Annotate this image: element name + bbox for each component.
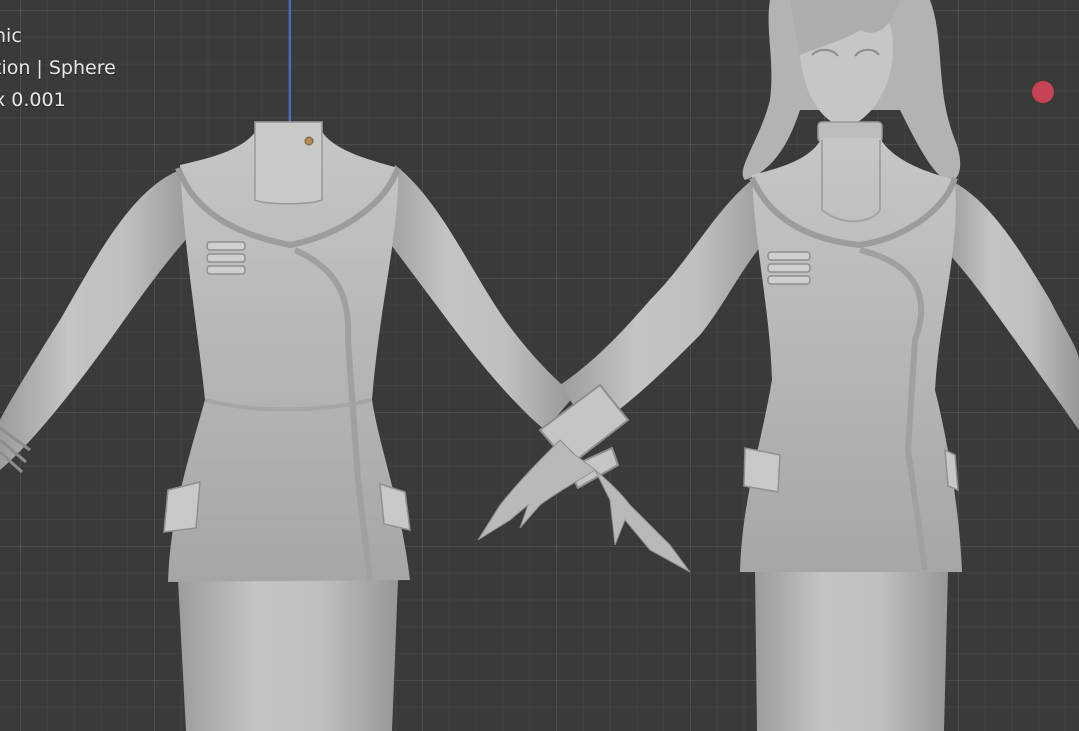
overlay-line-mode: hic [0,25,22,47]
left-model-button [304,136,314,146]
character-arm-right [945,180,1079,430]
overlay-line-detail: x 0.001 [0,89,66,111]
left-model-pocket-stripes [206,241,246,275]
character-pocket-stripes [767,251,811,285]
character-torso [740,138,962,572]
left-model-arm-left [0,170,195,470]
character-skirt [755,570,948,731]
left-model-collar [254,121,323,205]
character-model[interactable] [477,0,1079,731]
left-model-pocket-left [163,481,201,533]
left-model-arm-right [380,165,575,430]
left-model-pocket-right [379,482,411,531]
viewport-info-overlay: hic tion | Sphere x 0.001 [0,20,116,116]
jacket-only-model[interactable] [0,121,575,731]
3d-viewport[interactable]: hic tion | Sphere x 0.001 [0,0,1079,731]
character-pocket-left [743,447,781,493]
left-skirt [178,580,398,731]
overlay-line-brush: tion | Sphere [0,57,116,79]
record-indicator-icon[interactable] [1032,81,1054,103]
sculpt-scene[interactable] [0,0,1079,731]
